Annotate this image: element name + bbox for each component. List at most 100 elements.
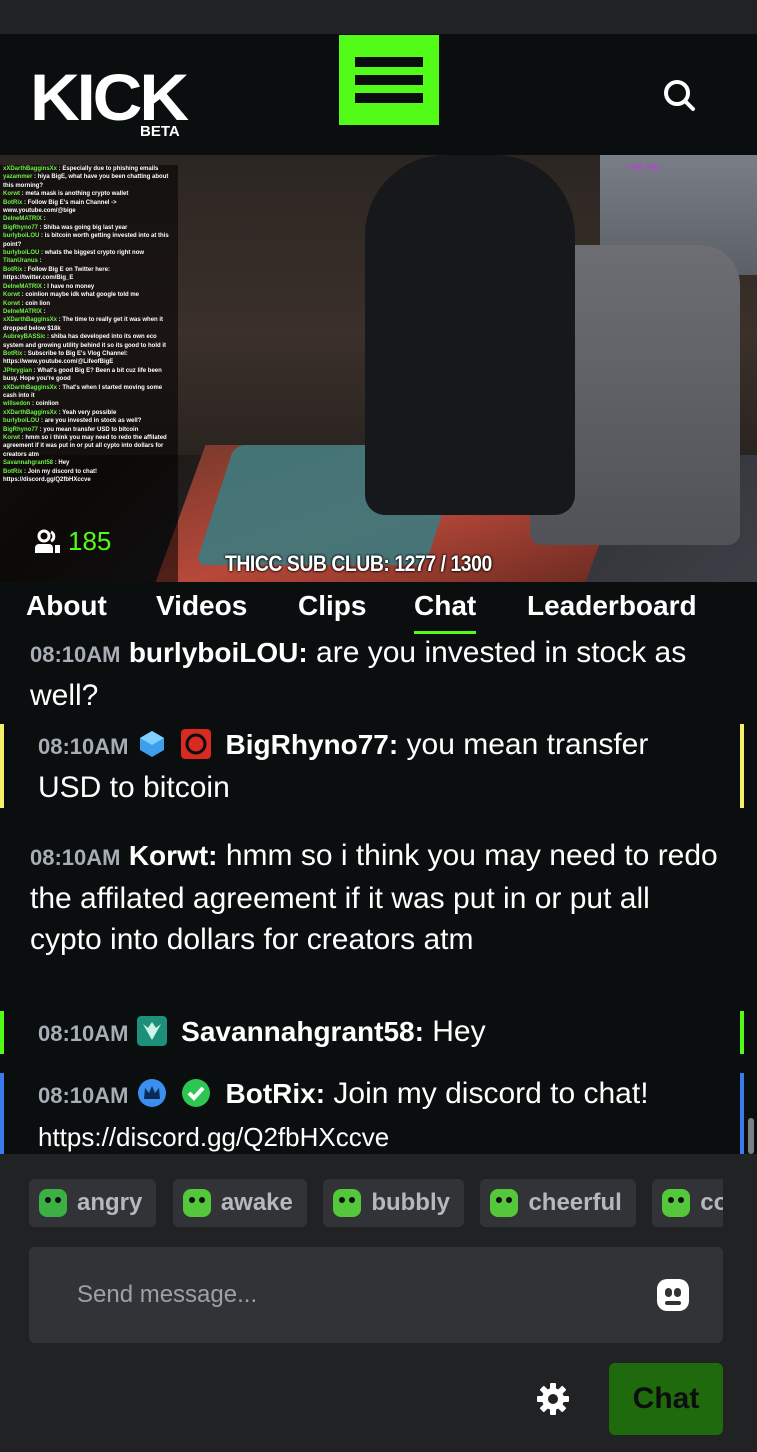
overlay-chat-line: AubreyBASSic : shiba has developed into … xyxy=(3,334,166,349)
overlay-chat-line: Korwt : meta mask is anothing crypto wal… xyxy=(3,191,129,198)
logo-beta: BETA xyxy=(140,123,180,139)
overlay-chat-line: Korwt : hmm so i think you may need to r… xyxy=(3,435,167,458)
overlay-chat-line: BotRix : Follow Big E's main Channel -> … xyxy=(3,199,117,215)
search-icon[interactable] xyxy=(658,74,700,116)
chat-message: 08:10AM BotRix: Join my discord to chat!… xyxy=(0,1073,744,1154)
message-username[interactable]: BigRhyno77: xyxy=(226,729,399,760)
message-username[interactable]: burlyboiLOU: xyxy=(129,638,308,668)
channel-tabs: About Videos Clips Chat Leaderboard xyxy=(0,582,757,638)
message-time: 08:10AM xyxy=(38,1021,129,1046)
tab-about[interactable]: About xyxy=(26,590,107,622)
send-chat-button[interactable]: Chat xyxy=(609,1363,723,1435)
overlay-chat-line: BotRix : Subscribe to Big E's Vlog Chann… xyxy=(3,350,128,366)
subscriber-badge-icon xyxy=(136,1016,167,1046)
overlay-chat-line: xXDarthBagginsXx : Especially due to phi… xyxy=(3,166,159,172)
crown-badge-icon xyxy=(137,1079,166,1107)
cheerful-emote-icon xyxy=(490,1189,519,1217)
overlay-chat-user: Savannahgrant58 xyxy=(3,460,54,467)
overlay-chat-user: BotRix xyxy=(3,199,23,206)
message-input-box xyxy=(29,1247,723,1343)
message-text: Hey xyxy=(432,1015,486,1048)
overlay-chat-text: Especially due to phishing emails xyxy=(62,166,159,172)
quick-emote-row[interactable]: angry awake bubbly cheerful coo xyxy=(29,1179,723,1227)
overlay-chat-line: Savannahgrant58 : Hey xyxy=(3,460,70,467)
chat-message: 08:10AM BigRhyno77: you mean transfer US… xyxy=(0,724,744,808)
emote-chip-awake[interactable]: awake xyxy=(172,1179,307,1227)
overlay-chat-line: Korwt : coin lion xyxy=(3,300,51,307)
viewers-icon xyxy=(35,529,60,553)
chat-scrollbar[interactable] xyxy=(748,1118,754,1154)
message-time: 08:10AM xyxy=(30,845,121,870)
overlay-chat-user: JPhrygian xyxy=(3,367,33,374)
overlay-chat-user: AubreyBASSic xyxy=(3,334,46,341)
bubbly-emote-icon xyxy=(333,1189,362,1217)
overlay-chat-line: BotRix : Join my discord to chat! https:… xyxy=(3,468,98,484)
message-username[interactable]: Korwt: xyxy=(129,840,218,871)
overlay-chat-user: Korwt xyxy=(3,191,20,198)
overlay-chat-user: BigRhyno77 xyxy=(3,426,39,433)
overlay-chat-user: DeIneMATRIX xyxy=(3,216,42,223)
tab-videos[interactable]: Videos xyxy=(156,590,247,622)
overlay-chat-user: BigRhyno77 xyxy=(3,224,39,231)
overlay-chat-line: Korwt : coinlion maybe idk what google t… xyxy=(3,292,140,299)
overlay-chat-text: whats the biggest crypto right now xyxy=(44,250,145,257)
overlay-chat-line: xXDarthBagginsXx : The time to really ge… xyxy=(3,317,164,332)
overlay-chat-user: BotRix xyxy=(3,468,23,475)
overlay-chat-user: burlyboiLOU xyxy=(3,233,40,240)
overlay-chat-user: DeIneMATRIX xyxy=(3,308,42,315)
viewer-count: 185 xyxy=(68,526,112,556)
chat-message: 08:10AM Korwt: hmm so i think you may ne… xyxy=(30,835,720,960)
overlay-chat-text: I have no money xyxy=(47,283,95,290)
emoji-icon[interactable] xyxy=(657,1279,689,1311)
browser-top-strip xyxy=(0,0,757,34)
message-input[interactable] xyxy=(77,1275,637,1315)
overlay-chat-text: coin lion xyxy=(25,300,51,307)
overlay-chat-text: meta mask is anothing crypto wallet xyxy=(25,191,129,198)
overlay-chat-line: DeIneMATRIX : xyxy=(3,308,46,315)
overlay-chat-text: coinlion xyxy=(35,401,59,408)
hamburger-menu-icon[interactable] xyxy=(339,35,439,125)
streamer xyxy=(365,155,575,515)
emote-chip-bubbly[interactable]: bubbly xyxy=(323,1179,464,1227)
message-time: 08:10AM xyxy=(38,734,129,759)
message-username[interactable]: Savannahgrant58: xyxy=(181,1016,424,1047)
overlay-chat-text: hmm so i think you may need to redo the … xyxy=(3,435,167,458)
overlay-chat-user: burlyboiLOU xyxy=(3,418,40,425)
overlay-chat-user: Korwt xyxy=(3,300,20,307)
message-link[interactable]: https://discord.gg/Q2fbHXccve xyxy=(38,1122,389,1152)
chat-message: 08:10AM Savannahgrant58: Hey xyxy=(0,1011,744,1054)
gear-icon[interactable] xyxy=(536,1382,570,1416)
overlay-chat-text: Shiba was going big last year xyxy=(43,224,128,231)
chat-composer: angry awake bubbly cheerful coo Chat xyxy=(0,1154,757,1452)
overlay-chat-user: willsedon xyxy=(3,401,31,408)
emote-label: bubbly xyxy=(371,1189,450,1216)
overlay-chat-line: TitanUranus : xyxy=(3,258,42,265)
overlay-chat-line: burlyboiLOU : whats the biggest crypto r… xyxy=(3,250,145,257)
kick-logo[interactable]: KICK BETA xyxy=(30,64,190,139)
awake-emote-icon xyxy=(182,1189,211,1217)
emote-chip-angry[interactable]: angry xyxy=(29,1179,157,1227)
overlay-chat-user: burlyboiLOU xyxy=(3,250,40,257)
overlay-chat-user: BotRix xyxy=(3,266,23,273)
angry-emote-icon xyxy=(39,1189,67,1217)
tab-leaderboard[interactable]: Leaderboard xyxy=(527,590,697,622)
stream-video-player[interactable]: Last sub: ... xXDarthBagginsXx : Especia… xyxy=(0,155,757,582)
message-username[interactable]: BotRix: xyxy=(226,1078,326,1109)
message-time: 08:10AM xyxy=(38,1083,129,1108)
message-time: 08:10AM xyxy=(30,642,121,667)
overlay-chat-user: xXDarthBagginsXx xyxy=(3,166,58,172)
overlay-chat-text: you mean transfer USD to bitcoin xyxy=(43,426,139,433)
chat-feed[interactable]: 08:10AM burlyboiLOU: are you invested in… xyxy=(0,638,757,1154)
overlay-chat-text: Yeah very possible xyxy=(62,409,117,416)
emote-chip-coo[interactable]: coo xyxy=(652,1179,723,1227)
stream-overlay-chat: xXDarthBagginsXx : Especially due to phi… xyxy=(0,165,178,582)
tab-chat[interactable]: Chat xyxy=(414,590,477,634)
overlay-chat-user: Korwt xyxy=(3,292,20,299)
overlay-chat-user: xXDarthBagginsXx xyxy=(3,409,58,416)
overlay-chat-text: are you invested in stock as well? xyxy=(44,418,142,425)
emote-chip-cheerful[interactable]: cheerful xyxy=(480,1179,636,1227)
viewer-counter: 185 xyxy=(34,526,111,557)
og-badge-icon xyxy=(181,729,212,759)
tab-clips[interactable]: Clips xyxy=(298,590,366,622)
overlay-chat-user: xXDarthBagginsXx xyxy=(3,317,58,324)
